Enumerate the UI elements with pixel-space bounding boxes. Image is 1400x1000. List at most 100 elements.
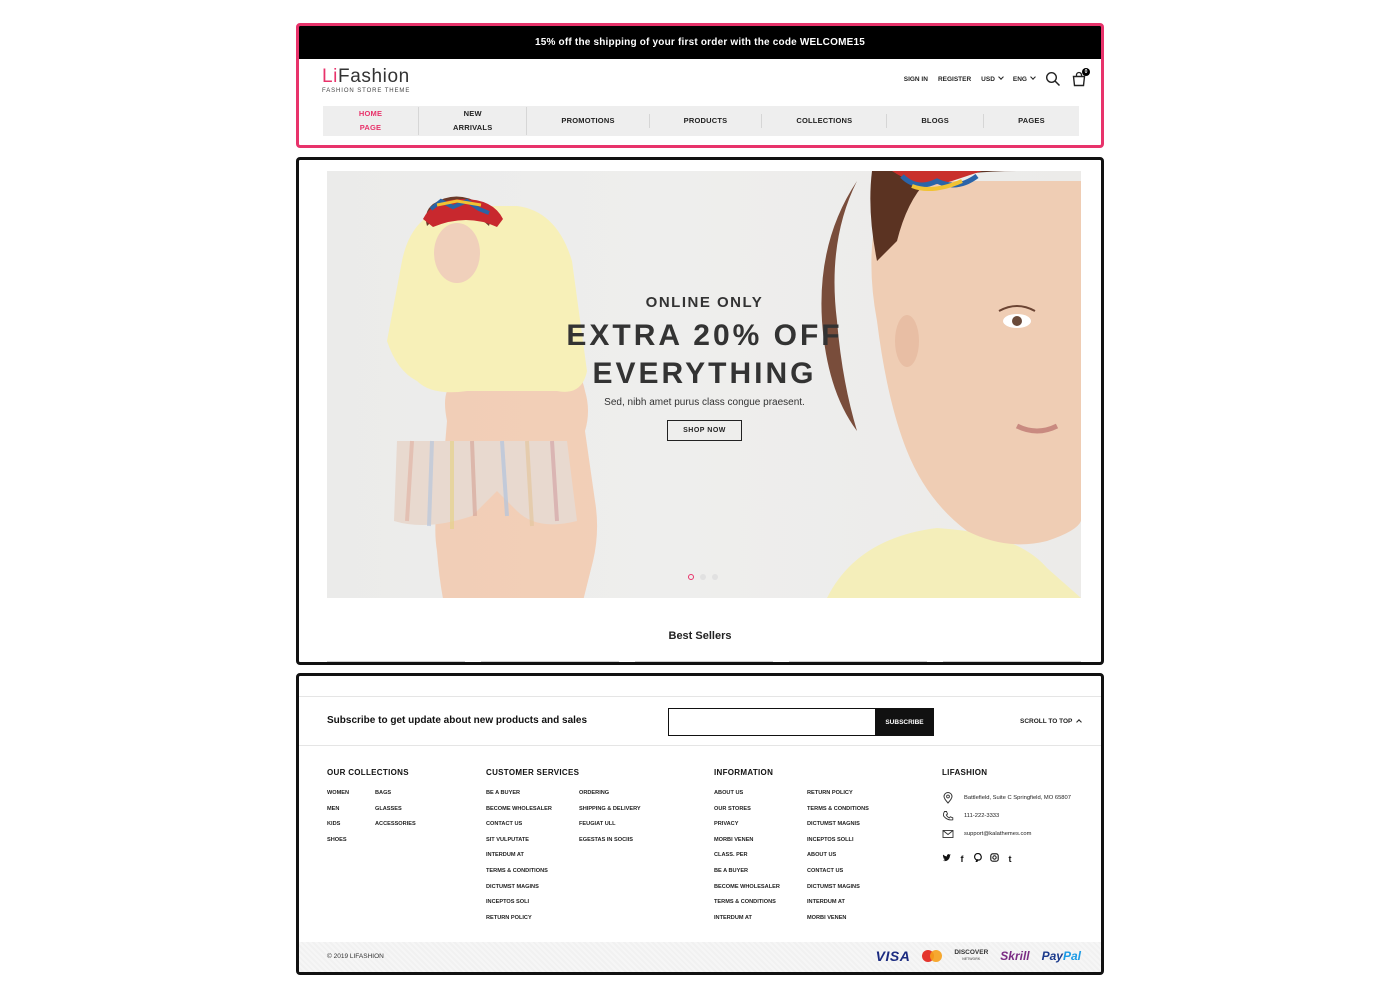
- footer-link[interactable]: KIDS: [327, 820, 375, 836]
- footer-link[interactable]: DICTUMST MAGINS: [807, 883, 869, 899]
- footer-link[interactable]: RETURN POLICY: [807, 789, 869, 805]
- email-text[interactable]: support@kalathemes.com: [964, 831, 1031, 837]
- footer-link[interactable]: GLASSES: [375, 805, 416, 821]
- footer-link[interactable]: CLASS. PER: [714, 851, 807, 867]
- paypal-text-b: Pal: [1062, 949, 1081, 963]
- address-text: Battlefield, Suite C Springfield, MO 658…: [964, 795, 1071, 801]
- footer-link[interactable]: BECOME WHOLESALER: [714, 883, 807, 899]
- footer-link[interactable]: PRIVACY: [714, 820, 807, 836]
- footer-link[interactable]: TERMS & CONDITIONS: [714, 898, 807, 914]
- sign-in-link[interactable]: SIGN IN: [904, 76, 928, 83]
- newsletter-text: Subscribe to get update about new produc…: [327, 715, 588, 726]
- nav-item-home-page[interactable]: HOME PAGE: [323, 107, 420, 135]
- product-thumb[interactable]: [635, 661, 773, 662]
- product-thumb[interactable]: [789, 661, 927, 662]
- email-row: support@kalathemes.com: [942, 825, 1071, 843]
- nav-item-new-arrivals[interactable]: NEW ARRIVALS: [419, 107, 528, 135]
- footer-link[interactable]: MORBI VENEN: [807, 914, 869, 930]
- product-thumb[interactable]: [481, 661, 619, 662]
- footer-link[interactable]: FEUGIAT ULL: [579, 820, 641, 836]
- slider-dot[interactable]: [700, 574, 706, 580]
- mastercard-logo: [922, 950, 943, 962]
- hero-slider[interactable]: ONLINE ONLY EXTRA 20% OFF EVERYTHING Sed…: [327, 171, 1081, 598]
- address-row: Battlefield, Suite C Springfield, MO 658…: [942, 789, 1071, 807]
- cart-icon[interactable]: 0: [1071, 68, 1090, 87]
- footer-link[interactable]: WOMEN: [327, 789, 375, 805]
- footer-col-company: LIFASHION Battlefield, Suite C Springfie…: [942, 768, 1071, 864]
- footer-link[interactable]: EGESTAS IN SOCIIS: [579, 836, 641, 852]
- footer-link[interactable]: BE A BUYER: [714, 867, 807, 883]
- footer-link[interactable]: TERMS & CONDITIONS: [807, 805, 869, 821]
- footer-link[interactable]: ORDERING: [579, 789, 641, 805]
- footer-link[interactable]: MORBI VENEN: [714, 836, 807, 852]
- slider-dot[interactable]: [712, 574, 718, 580]
- product-thumb[interactable]: [327, 661, 465, 662]
- phone-row: 111-222-3333: [942, 807, 1071, 825]
- footer-link[interactable]: BE A BUYER: [486, 789, 579, 805]
- footer-col-customer-services: CUSTOMER SERVICES BE A BUYER BECOME WHOLE…: [486, 768, 641, 929]
- footer-link[interactable]: SHOES: [327, 836, 375, 852]
- footer-link[interactable]: INTERDUM AT: [486, 851, 579, 867]
- hero-title: EXTRA 20% OFF EVERYTHING: [537, 317, 872, 393]
- paypal-text-a: Pay: [1041, 949, 1063, 963]
- footer-link[interactable]: SHIPPING & DELIVERY: [579, 805, 641, 821]
- nav-item-promotions[interactable]: PROMOTIONS: [527, 114, 650, 128]
- copyright-text: © 2019 LIFASHION: [327, 953, 384, 960]
- footer-link[interactable]: MEN: [327, 805, 375, 821]
- footer-link[interactable]: CONTACT US: [486, 820, 579, 836]
- promo-text: 15% off the shipping of your first order…: [534, 37, 866, 48]
- footer-panel: Subscribe to get update about new produc…: [296, 673, 1104, 975]
- shop-now-button[interactable]: SHOP NOW: [667, 420, 742, 441]
- footer-link[interactable]: ABOUT US: [807, 851, 869, 867]
- footer-link[interactable]: TERMS & CONDITIONS: [486, 867, 579, 883]
- footer-link[interactable]: INTERDUM AT: [807, 898, 869, 914]
- footer-link[interactable]: ACCESSORIES: [375, 820, 416, 836]
- hero-panel: ONLINE ONLY EXTRA 20% OFF EVERYTHING Sed…: [296, 157, 1104, 665]
- currency-select[interactable]: USD: [981, 76, 1003, 83]
- subscribe-button[interactable]: SUBSCRIBE: [875, 708, 934, 736]
- language-select[interactable]: ENG: [1013, 76, 1035, 83]
- hero-title-line2: EVERYTHING: [592, 357, 817, 390]
- footer-link[interactable]: ABOUT US: [714, 789, 807, 805]
- footer-link[interactable]: INCEPTOS SOLLI: [807, 836, 869, 852]
- paypal-logo: PayPal: [1042, 949, 1081, 963]
- slider-dot[interactable]: [688, 574, 694, 580]
- hero-title-line1: EXTRA 20% OFF: [566, 319, 843, 352]
- nav-item-products[interactable]: PRODUCTS: [650, 114, 763, 128]
- footer-link[interactable]: INCEPTOS SOLI: [486, 898, 579, 914]
- mail-icon: [942, 830, 954, 838]
- logo-accent: Li: [322, 66, 338, 87]
- skrill-logo: Skrill: [1000, 949, 1030, 963]
- logo-name: Fashion: [338, 66, 410, 87]
- newsletter-email-input[interactable]: [668, 708, 876, 736]
- twitter-icon[interactable]: [942, 853, 951, 864]
- instagram-icon[interactable]: [990, 853, 999, 864]
- footer-link[interactable]: BECOME WHOLESALER: [486, 805, 579, 821]
- best-sellers-title: Best Sellers: [668, 630, 732, 642]
- phone-text[interactable]: 111-222-3333: [964, 813, 999, 819]
- discover-subtext: NETWORK: [962, 957, 981, 961]
- footer-link[interactable]: BAGS: [375, 789, 416, 805]
- footer-link[interactable]: OUR STORES: [714, 805, 807, 821]
- search-icon[interactable]: [1045, 71, 1061, 87]
- nav-item-pages[interactable]: PAGES: [984, 114, 1079, 128]
- hero-description: Sed, nibh amet purus class congue praese…: [604, 397, 805, 408]
- footer-link[interactable]: RETURN POLICY: [486, 914, 579, 930]
- footer-link[interactable]: INTERDUM AT: [714, 914, 807, 930]
- register-link[interactable]: REGISTER: [938, 76, 971, 83]
- footer-link[interactable]: DICTUMST MAGINS: [486, 883, 579, 899]
- nav-item-blogs[interactable]: BLOGS: [887, 114, 984, 128]
- main-nav: HOME PAGE NEW ARRIVALS PROMOTIONS PRODUCTS C…: [323, 106, 1079, 136]
- header-links: SIGN IN REGISTER USD ENG 0: [904, 68, 1090, 87]
- product-thumb[interactable]: [943, 661, 1081, 662]
- nav-item-collections[interactable]: COLLECTIONS: [762, 114, 888, 128]
- facebook-icon[interactable]: f: [958, 854, 966, 864]
- footer-link[interactable]: DICTUMST MAGNIS: [807, 820, 869, 836]
- scroll-to-top-link[interactable]: SCROLL TO TOP: [1020, 718, 1083, 725]
- logo[interactable]: LiFashion FASHION STORE THEME: [322, 66, 410, 95]
- footer-link[interactable]: SIT VULPUTATE: [486, 836, 579, 852]
- tumblr-icon[interactable]: t: [1006, 854, 1014, 864]
- pinterest-icon[interactable]: [974, 852, 982, 864]
- footer-link[interactable]: CONTACT US: [807, 867, 869, 883]
- cart-count-badge: 0: [1082, 68, 1090, 76]
